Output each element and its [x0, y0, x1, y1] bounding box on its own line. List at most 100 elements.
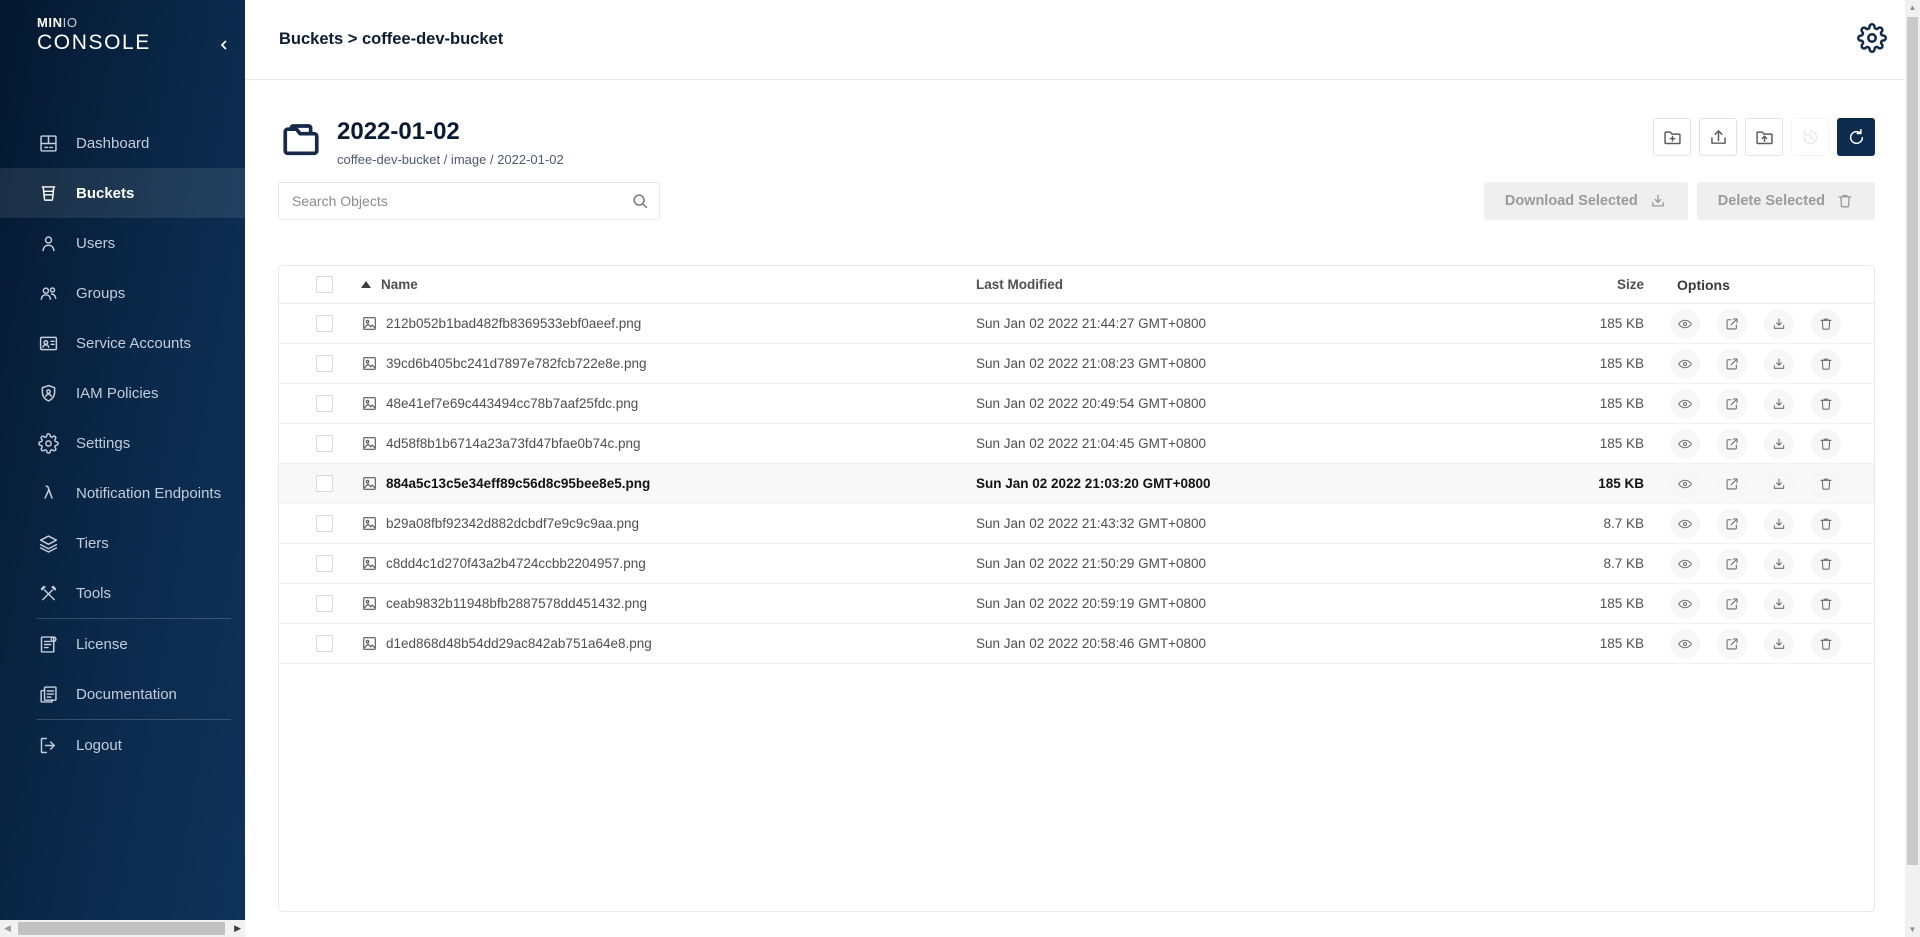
object-size: 185 KB — [1534, 476, 1644, 491]
preview-button[interactable] — [1670, 469, 1700, 499]
object-row[interactable]: d1ed868d48b54dd29ac842ab751a64e8.pngSun … — [279, 624, 1874, 664]
object-row[interactable]: b29a08fbf92342d882dcbdf7e9c9c9aa.pngSun … — [279, 504, 1874, 544]
row-checkbox[interactable] — [316, 595, 333, 612]
object-row[interactable]: 212b052b1bad482fb8369533ebf0aeef.pngSun … — [279, 304, 1874, 344]
sidebar-item-label: License — [76, 636, 128, 653]
preview-button[interactable] — [1670, 589, 1700, 619]
open-object-button[interactable] — [1717, 309, 1747, 339]
download-selected-button[interactable]: Download Selected — [1484, 182, 1688, 220]
open-object-button[interactable] — [1717, 469, 1747, 499]
open-object-button[interactable] — [1717, 429, 1747, 459]
delete-object-button[interactable] — [1811, 429, 1841, 459]
sidebar-item-notification-endpoints[interactable]: λNotification Endpoints — [0, 468, 245, 518]
object-row[interactable]: 884a5c13c5e34eff89c56d8c95bee8e5.pngSun … — [279, 464, 1874, 504]
row-checkbox[interactable] — [316, 635, 333, 652]
upload-folder-button[interactable] — [1745, 118, 1783, 156]
preview-button[interactable] — [1670, 429, 1700, 459]
sidebar-item-license[interactable]: License — [0, 619, 245, 669]
delete-object-button[interactable] — [1811, 389, 1841, 419]
delete-object-button[interactable] — [1811, 509, 1841, 539]
upload-file-button[interactable] — [1699, 118, 1737, 156]
open-object-button[interactable] — [1717, 509, 1747, 539]
delete-object-icon — [1818, 436, 1834, 452]
row-checkbox[interactable] — [316, 435, 333, 452]
preview-button[interactable] — [1670, 389, 1700, 419]
row-checkbox[interactable] — [316, 315, 333, 332]
download-object-button[interactable] — [1764, 429, 1794, 459]
sidebar-item-tiers[interactable]: Tiers — [0, 518, 245, 568]
download-object-button[interactable] — [1764, 469, 1794, 499]
download-object-button[interactable] — [1764, 509, 1794, 539]
object-row[interactable]: 4d58f8b1b6714a23a73fd47bfae0b74c.pngSun … — [279, 424, 1874, 464]
object-path-breadcrumb[interactable]: coffee-dev-bucket / image / 2022-01-02 — [337, 152, 564, 167]
open-object-button[interactable] — [1717, 549, 1747, 579]
delete-object-button[interactable] — [1811, 469, 1841, 499]
open-object-button[interactable] — [1717, 349, 1747, 379]
search-input[interactable] — [278, 182, 660, 220]
sidebar-item-dashboard[interactable]: Dashboard — [0, 118, 245, 168]
download-object-button[interactable] — [1764, 629, 1794, 659]
breadcrumb[interactable]: Buckets > coffee-dev-bucket — [279, 30, 503, 49]
download-object-button[interactable] — [1764, 549, 1794, 579]
open-object-button[interactable] — [1717, 389, 1747, 419]
sidebar-item-groups[interactable]: Groups — [0, 268, 245, 318]
download-object-button[interactable] — [1764, 389, 1794, 419]
sidebar-horizontal-scrollbar[interactable]: ◀ ▶ — [0, 920, 245, 937]
delete-object-button[interactable] — [1811, 309, 1841, 339]
rewind-button[interactable] — [1791, 118, 1829, 156]
object-name: 4d58f8b1b6714a23a73fd47bfae0b74c.png — [386, 436, 641, 451]
tools-icon — [38, 583, 59, 604]
delete-object-button[interactable] — [1811, 589, 1841, 619]
row-checkbox[interactable] — [316, 515, 333, 532]
delete-selected-button[interactable]: Delete Selected — [1697, 182, 1875, 220]
object-size: 8.7 KB — [1534, 556, 1644, 571]
preview-button[interactable] — [1670, 629, 1700, 659]
page-vertical-scrollbar[interactable]: ▲ ▼ — [1905, 0, 1920, 937]
sidebar-item-logout[interactable]: Logout — [0, 720, 245, 770]
preview-icon — [1677, 556, 1693, 572]
sidebar-item-documentation[interactable]: Documentation — [0, 669, 245, 719]
vertical-scrollbar-thumb[interactable] — [1907, 17, 1918, 865]
new-path-button[interactable] — [1653, 118, 1691, 156]
sidebar-item-settings[interactable]: Settings — [0, 418, 245, 468]
preview-button[interactable] — [1670, 349, 1700, 379]
object-row[interactable]: c8dd4c1d270f43a2b4724ccbb2204957.pngSun … — [279, 544, 1874, 584]
scroll-right-arrow-icon[interactable]: ▶ — [234, 920, 241, 937]
preview-button[interactable] — [1670, 549, 1700, 579]
row-checkbox[interactable] — [316, 395, 333, 412]
preview-button[interactable] — [1670, 309, 1700, 339]
row-checkbox[interactable] — [316, 355, 333, 372]
download-object-button[interactable] — [1764, 349, 1794, 379]
sidebar-item-buckets[interactable]: Buckets — [0, 168, 245, 218]
refresh-button[interactable] — [1837, 118, 1875, 156]
object-row[interactable]: ceab9832b11948bfb2887578dd451432.pngSun … — [279, 584, 1874, 624]
row-checkbox[interactable] — [316, 475, 333, 492]
column-header-options: Options — [1644, 277, 1859, 293]
sidebar-item-label: Service Accounts — [76, 335, 191, 352]
sidebar-collapse-button[interactable] — [213, 34, 235, 56]
object-row[interactable]: 39cd6b405bc241d7897e782fcb722e8e.pngSun … — [279, 344, 1874, 384]
open-object-button[interactable] — [1717, 629, 1747, 659]
sidebar-item-tools[interactable]: Tools — [0, 568, 245, 618]
delete-object-button[interactable] — [1811, 549, 1841, 579]
sidebar-item-service-accounts[interactable]: Service Accounts — [0, 318, 245, 368]
delete-object-button[interactable] — [1811, 349, 1841, 379]
sidebar-item-users[interactable]: Users — [0, 218, 245, 268]
column-header-name[interactable]: Name — [333, 277, 953, 292]
scroll-down-arrow-icon[interactable]: ▼ — [1905, 925, 1920, 934]
open-object-button[interactable] — [1717, 589, 1747, 619]
settings-gear-button[interactable] — [1857, 23, 1887, 56]
row-checkbox[interactable] — [316, 555, 333, 572]
select-all-checkbox[interactable] — [316, 276, 333, 293]
sidebar-item-iam-policies[interactable]: IAM Policies — [0, 368, 245, 418]
object-row[interactable]: 48e41ef7e69c443494cc78b7aaf25fdc.pngSun … — [279, 384, 1874, 424]
download-object-button[interactable] — [1764, 309, 1794, 339]
delete-object-button[interactable] — [1811, 629, 1841, 659]
horizontal-scrollbar-thumb[interactable] — [18, 922, 225, 935]
sidebar-item-label: Users — [76, 235, 115, 252]
preview-button[interactable] — [1670, 509, 1700, 539]
scroll-up-arrow-icon[interactable]: ▲ — [1905, 3, 1920, 12]
scroll-left-arrow-icon[interactable]: ◀ — [4, 920, 11, 937]
download-object-button[interactable] — [1764, 589, 1794, 619]
preview-icon — [1677, 396, 1693, 412]
